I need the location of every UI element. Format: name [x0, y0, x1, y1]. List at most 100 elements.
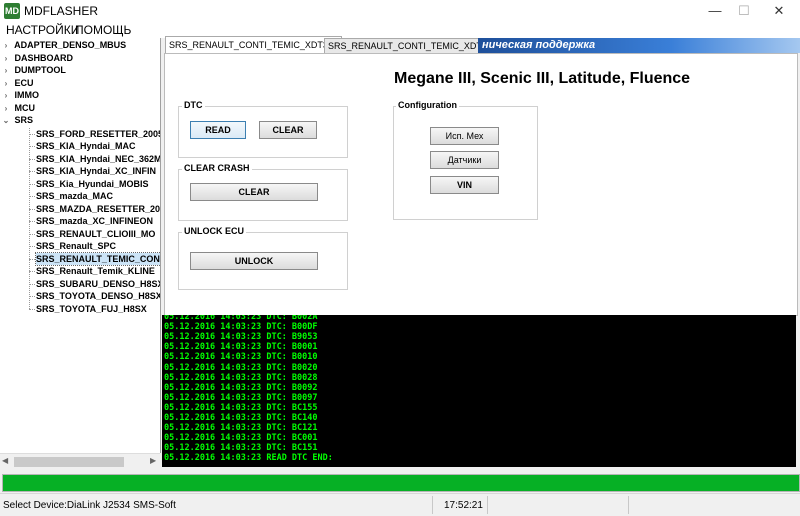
- menu-settings[interactable]: НАСТРОЙКИ: [6, 23, 79, 37]
- tree-item-srs-module[interactable]: SRS_FORD_RESETTER_2005: [36, 128, 160, 140]
- tree-node-label: SRS: [14, 115, 34, 125]
- tree-node-label: DASHBOARD: [14, 52, 74, 63]
- actuators-test-button[interactable]: Исп. Мех: [430, 127, 499, 145]
- log-line: 05.12.2016 14:03:23 DTC: B9053: [164, 332, 318, 343]
- selected-device-status: Select Device:DiaLink J2534 SMS-Soft: [3, 500, 176, 511]
- tree-item-srs-module[interactable]: SRS_mazda_MAC: [36, 190, 113, 202]
- log-line: 05.12.2016 14:03:23 READ DTC END:: [164, 453, 333, 464]
- tab-srs-renault-conti-temic-1[interactable]: SRS_RENAULT_CONTI_TEMIC_XDT384: [165, 36, 342, 54]
- tree-item-srs-module[interactable]: SRS_RENAULT_CLIOIII_MO: [36, 228, 155, 240]
- log-line: 05.12.2016 14:03:23 DTC: B00DF: [164, 322, 318, 333]
- tree-branch-line: [29, 221, 35, 222]
- banner-text: ническая поддержка: [482, 39, 596, 51]
- status-separator: [487, 496, 488, 514]
- tree-branch-line: [29, 183, 35, 185]
- unlock-ecu-button[interactable]: UNLOCK: [190, 252, 318, 270]
- tree-node-label: ECU: [14, 77, 34, 88]
- tree-node-dumptool[interactable]: › DUMPTOOL: [0, 64, 66, 76]
- tree-item-srs-module[interactable]: SRS_Kia_Hyundai_MOBIS: [36, 178, 149, 190]
- tree-branch-line: [29, 146, 35, 147]
- tree-item-srs-module[interactable]: SRS_TOYOTA_DENSO_H8SX: [36, 290, 160, 302]
- menu-help[interactable]: ПОМОЩЬ: [75, 23, 131, 37]
- log-line: 05.12.2016 14:03:23 DTC: B0001: [164, 342, 318, 353]
- expand-right-icon[interactable]: ›: [0, 53, 12, 65]
- tree-item-srs-module[interactable]: SRS_mazda_XC_INFINEON: [36, 215, 153, 227]
- tree-branch-line: [29, 158, 35, 160]
- scrollbar-thumb[interactable]: [14, 457, 124, 467]
- log-line: 05.12.2016 14:03:23 DTC: B0020: [164, 362, 318, 373]
- log-line: 05.12.2016 14:03:23 DTC: BC140: [164, 413, 318, 423]
- maximize-button[interactable]: ☐: [727, 0, 761, 22]
- tree-branch-line: [29, 308, 35, 310]
- tree-item-srs-module[interactable]: SRS_RENAULT_TEMIC_CONT: [34, 251, 160, 266]
- status-bar: Select Device:DiaLink J2534 SMS-Soft 17:…: [0, 493, 800, 516]
- clear-crash-button[interactable]: CLEAR: [190, 183, 318, 201]
- tree-branch-line: [29, 258, 35, 260]
- expand-right-icon[interactable]: ›: [0, 90, 12, 102]
- tree-node-label: MCU: [14, 102, 36, 113]
- expand-right-icon[interactable]: ›: [0, 78, 12, 90]
- app-icon: MD: [4, 3, 20, 19]
- expand-down-icon[interactable]: ⌄: [0, 115, 12, 127]
- tree-node-label: IMMO: [14, 90, 40, 100]
- tree-node-srs[interactable]: ⌄ SRS: [0, 114, 33, 126]
- tree-connector-line: [29, 127, 31, 309]
- tree-horizontal-scrollbar[interactable]: ◀ ▶: [0, 453, 160, 471]
- vin-button[interactable]: VIN: [430, 176, 499, 194]
- tree-node-ecu[interactable]: › ECU: [0, 77, 34, 89]
- log-line: 05.12.2016 14:03:23 DTC: BC001: [164, 433, 318, 444]
- tab-srs-renault-conti-temic-2[interactable]: SRS_RENAULT_CONTI_TEMIC_XDT384: [324, 38, 501, 53]
- tree-item-srs-module[interactable]: SRS_MAZDA_RESETTER_20: [36, 203, 160, 215]
- tree-item-srs-module[interactable]: SRS_KIA_Hyndai_NEC_362M: [36, 153, 160, 165]
- tree-node-immo[interactable]: › IMMO: [0, 89, 39, 101]
- tree-branch-line: [29, 133, 35, 135]
- tree-item-srs-module[interactable]: SRS_Renault_Temik_KLINE: [36, 265, 155, 277]
- tree-branch-line: [29, 283, 35, 285]
- tree-node-dashboard[interactable]: › DASHBOARD: [0, 52, 73, 64]
- tree-branch-line: [29, 233, 35, 235]
- tree-node-label: DUMPTOOL: [14, 65, 66, 75]
- tree-item-srs-module[interactable]: SRS_SUBARU_DENSO_H8SX: [36, 278, 160, 290]
- close-button[interactable]: ✕: [762, 0, 796, 22]
- clock-status: 17:52:21: [444, 500, 483, 511]
- tree-item-srs-module[interactable]: SRS_TOYOTA_FUJ_H8SX: [36, 303, 147, 315]
- menu-bar: НАСТРОЙКИ ПОМОЩЬ: [0, 22, 800, 38]
- expand-right-icon[interactable]: ›: [0, 40, 12, 52]
- expand-right-icon[interactable]: ›: [0, 103, 12, 115]
- unlock-ecu-group-label: UNLOCK ECU: [182, 226, 246, 236]
- support-banner: ническая поддержка: [478, 38, 800, 53]
- sensors-button[interactable]: Датчики: [430, 151, 499, 169]
- tree-item-srs-module[interactable]: SRS_KIA_Hyndai_XC_INFIN: [36, 165, 156, 177]
- log-line: 05.12.2016 14:03:23 DTC: B002A: [164, 315, 318, 322]
- title-bar: MD MDFLASHER — ☐ ✕: [0, 0, 800, 22]
- log-line: 05.12.2016 14:03:23 DTC: BC121: [164, 423, 318, 434]
- tree-branch-line: [29, 196, 35, 197]
- clear-crash-group-label: CLEAR CRASH: [182, 163, 252, 173]
- status-separator: [628, 496, 629, 514]
- scroll-left-icon[interactable]: ◀: [2, 456, 8, 465]
- read-dtc-button[interactable]: READ: [190, 121, 246, 139]
- tree-branch-line: [29, 271, 35, 272]
- dtc-group-label: DTC: [182, 100, 205, 110]
- log-line: 05.12.2016 14:03:23 DTC: BC151: [164, 443, 318, 454]
- device-tree[interactable]: › ADAPTER_DENSO_MBUS › DASHBOARD › DUMPTOO…: [0, 38, 161, 453]
- tree-item-srs-module[interactable]: SRS_Renault_SPC: [36, 240, 116, 252]
- clear-dtc-button[interactable]: CLEAR: [259, 121, 317, 139]
- scroll-right-icon[interactable]: ▶: [150, 456, 156, 465]
- log-line: 05.12.2016 14:03:23 DTC: B0092: [164, 382, 318, 393]
- log-console[interactable]: 05.12.2016 14:03:23 DTC: B002A 05.12.2016…: [162, 315, 796, 467]
- tree-branch-line: [29, 296, 35, 297]
- window-title: MDFLASHER: [24, 4, 99, 18]
- tree-node-adapter-denso-mbus[interactable]: › ADAPTER_DENSO_MBUS: [0, 39, 127, 52]
- tree-node-mcu[interactable]: › MCU: [0, 102, 35, 114]
- configuration-group-label: Configuration: [396, 100, 459, 110]
- progress-bar: [2, 474, 800, 492]
- model-title: Megane III, Scenic III, Latitude, Fluenc…: [394, 70, 691, 87]
- expand-right-icon[interactable]: ›: [0, 65, 12, 77]
- status-separator: [432, 496, 433, 514]
- tree-branch-line: [29, 208, 35, 210]
- log-line: 05.12.2016 14:03:23 DTC: B0010: [164, 352, 318, 363]
- log-line: 05.12.2016 14:03:23 DTC: B0028: [164, 372, 318, 383]
- log-line: 05.12.2016 14:03:23 DTC: B0097: [164, 392, 318, 403]
- tree-item-srs-module[interactable]: SRS_KIA_Hyndai_MAC: [36, 140, 136, 152]
